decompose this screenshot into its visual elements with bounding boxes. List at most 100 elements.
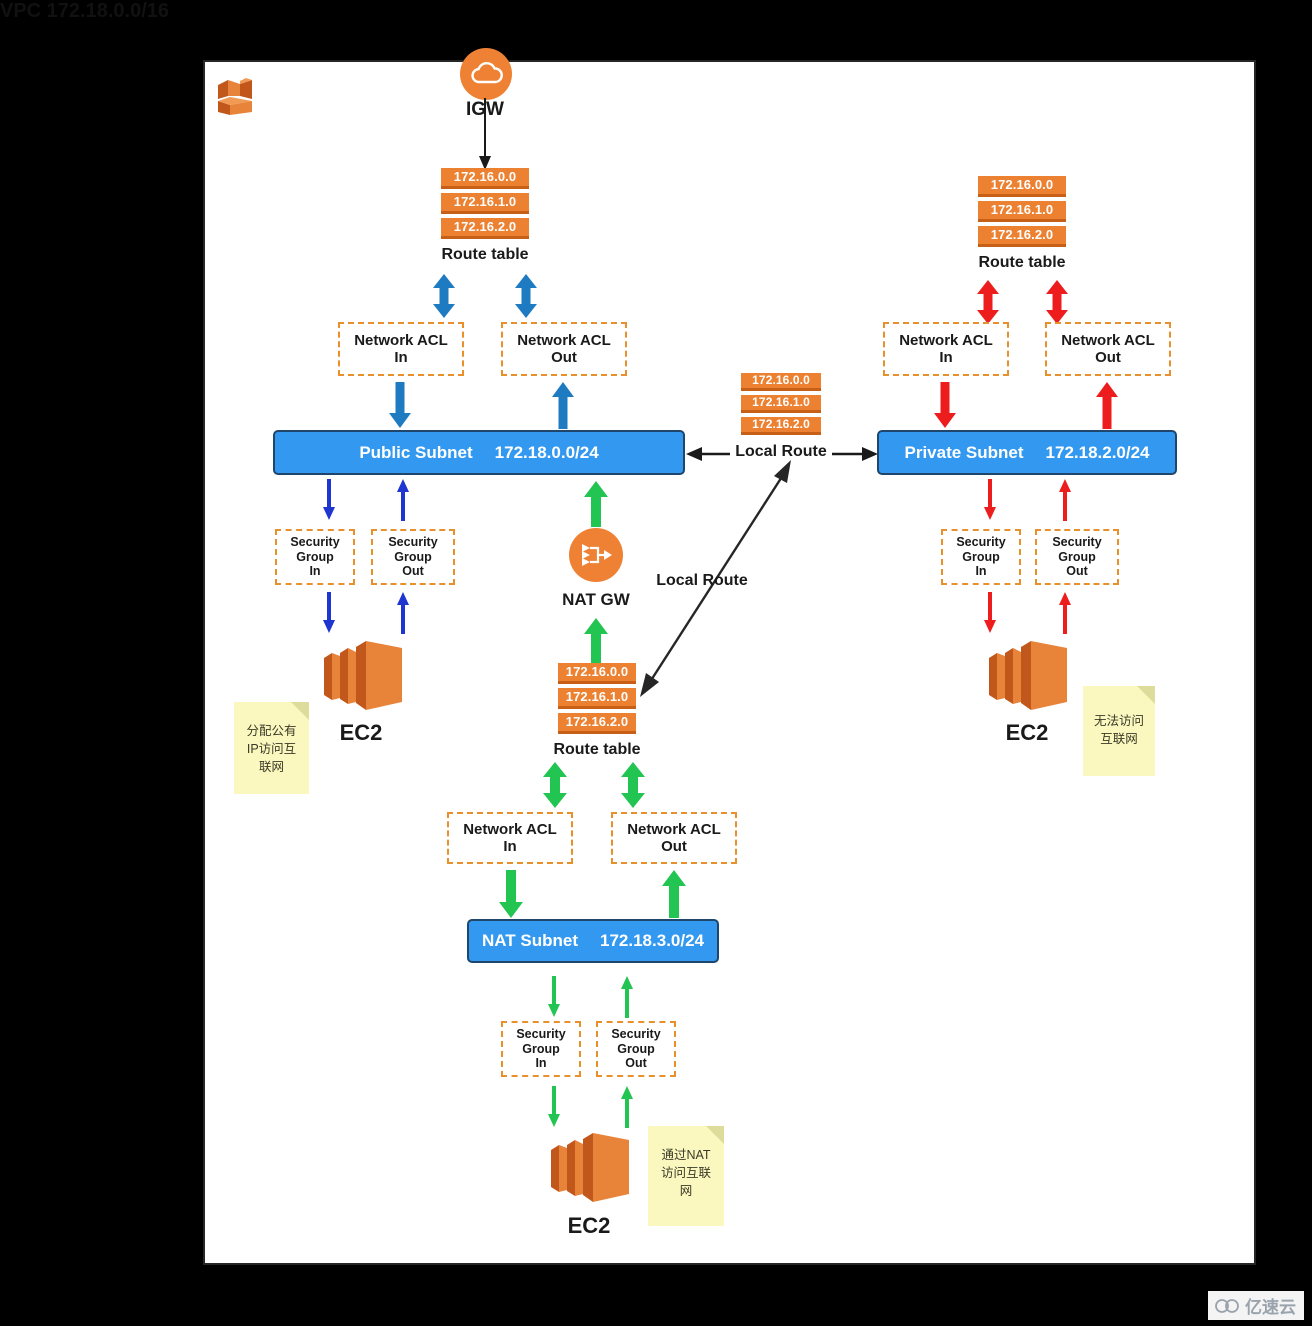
vpc-title: VPC 172.18.0.0/16 <box>0 0 170 22</box>
sg-in-line3: In <box>535 1056 547 1071</box>
public-network-acl-in[interactable]: Network ACL In <box>338 322 464 376</box>
note-line: 无法访问 <box>1093 714 1144 728</box>
arrow-public-rt-acl-in <box>433 274 455 318</box>
acl-in-line1: Network ACL <box>899 331 993 349</box>
cloud-watermark-icon <box>1215 1298 1239 1313</box>
note-fold-icon <box>1137 686 1155 704</box>
note-line: 联网 <box>258 760 284 775</box>
sg-in-line1: Security <box>956 535 1006 550</box>
nat-network-acl-in[interactable]: Network ACL In <box>447 812 573 864</box>
nat-subnet-name: NAT Subnet <box>482 931 579 950</box>
private-network-acl-out[interactable]: Network ACL Out <box>1045 322 1171 376</box>
arrow-private-rt-acl-out <box>1046 280 1068 324</box>
arrow-public-ec2-to-sg-out <box>396 592 410 634</box>
acl-in-line2: In <box>394 349 408 366</box>
sg-in-line3: In <box>309 564 321 579</box>
private-ec2-label: EC2 <box>1005 720 1049 745</box>
route-entry: 172.16.1.0 <box>441 193 529 214</box>
arrow-nat-subnet-to-acl-out <box>662 870 686 918</box>
route-table-local: 172.16.0.0 172.16.1.0 172.16.2.0 <box>741 373 821 435</box>
acl-out-line1: Network ACL <box>517 331 611 349</box>
sg-out-line2: Group <box>394 549 432 564</box>
nat-gw-icon <box>569 528 623 582</box>
nat-gw-label: NAT GW <box>562 590 630 609</box>
sg-out-line1: Security <box>1052 535 1102 550</box>
acl-in-line1: Network ACL <box>354 331 448 349</box>
note-line: 访问互联 <box>660 1166 711 1181</box>
route-table-caption: Route table <box>553 741 641 758</box>
acl-out-line2: Out <box>1095 349 1121 366</box>
acl-in-line2: In <box>939 349 953 366</box>
note-line: 网 <box>679 1184 693 1199</box>
sg-out-line3: Out <box>402 564 424 579</box>
private-network-acl-in[interactable]: Network ACL In <box>883 322 1009 376</box>
route-entry: 172.16.0.0 <box>558 663 636 684</box>
igw-label: IGW <box>466 99 504 120</box>
route-entry: 172.16.2.0 <box>558 713 636 734</box>
public-security-group-in[interactable]: Security Group In <box>275 529 355 585</box>
sg-out-line2: Group <box>617 1041 655 1056</box>
sg-out-line3: Out <box>1066 564 1088 579</box>
acl-in-line1: Network ACL <box>463 820 557 838</box>
sg-in-line2: Group <box>522 1041 560 1056</box>
arrow-private-ec2-to-sg-out <box>1058 592 1072 634</box>
route-entry: 172.16.2.0 <box>978 226 1066 247</box>
sg-out-line3: Out <box>625 1056 647 1071</box>
local-route-label-diagonal: Local Route <box>656 572 748 589</box>
arrow-nat-sg-in-to-ec2 <box>547 1086 561 1128</box>
private-subnet-cidr: 172.18.2.0/24 <box>1045 442 1150 462</box>
private-subnet[interactable]: Private Subnet 172.18.2.0/24 <box>877 430 1177 475</box>
note-line: IP访问互 <box>246 742 297 757</box>
arrow-private-sg-in-to-ec2 <box>983 592 997 634</box>
route-entry: 172.16.1.0 <box>558 688 636 709</box>
arrow-public-subnet-to-sg-in <box>322 479 336 521</box>
note-line: 通过NAT <box>661 1148 711 1162</box>
vpc-icon <box>218 78 252 115</box>
arrow-nat-subnet-to-sg-in <box>547 976 561 1018</box>
nat-subnet-cidr: 172.18.3.0/24 <box>600 931 704 950</box>
acl-in-line2: In <box>503 838 517 855</box>
public-ec2-label: EC2 <box>339 720 383 745</box>
private-security-group-in[interactable]: Security Group In <box>941 529 1021 585</box>
watermark: 亿速云 <box>1208 1291 1304 1320</box>
private-ec2-icon <box>989 641 1067 710</box>
arrow-natgw-to-public-subnet <box>584 481 608 527</box>
note-fold-icon <box>291 702 309 720</box>
route-entry: 172.16.2.0 <box>441 218 529 239</box>
public-subnet-cidr: 172.18.0.0/24 <box>494 442 599 462</box>
arrow-private-sg-out-to-subnet <box>1058 479 1072 521</box>
arrow-nat-sg-out-to-subnet <box>620 976 634 1018</box>
route-entry: 172.16.0.0 <box>441 168 529 189</box>
nat-network-acl-out[interactable]: Network ACL Out <box>611 812 737 864</box>
sg-in-line2: Group <box>962 549 1000 564</box>
public-subnet-name: Public Subnet <box>359 442 473 462</box>
sg-out-line1: Security <box>388 535 438 550</box>
note-nat-ec2: 通过NAT 访问互联 网 <box>648 1126 724 1226</box>
nat-security-group-in[interactable]: Security Group In <box>501 1021 581 1077</box>
acl-out-line2: Out <box>551 349 577 366</box>
watermark-text: 亿速云 <box>1245 1298 1296 1317</box>
sg-in-line1: Security <box>516 1027 566 1042</box>
note-private-ec2: 无法访问 互联网 <box>1083 686 1155 776</box>
igw-icon <box>460 48 512 100</box>
arrow-sg-out-to-public-subnet <box>396 479 410 521</box>
arrow-sg-in-to-public-ec2 <box>322 592 336 634</box>
route-entry: 172.16.2.0 <box>741 417 821 435</box>
private-security-group-out[interactable]: Security Group Out <box>1035 529 1119 585</box>
route-table-private: 172.16.0.0 172.16.1.0 172.16.2.0 Route t… <box>978 176 1066 271</box>
sg-in-line2: Group <box>296 549 334 564</box>
arrow-nat-acl-in-to-subnet <box>499 870 523 918</box>
nat-security-group-out[interactable]: Security Group Out <box>596 1021 676 1077</box>
public-security-group-out[interactable]: Security Group Out <box>371 529 455 585</box>
note-public-ec2: 分配公有 IP访问互 联网 <box>234 702 309 794</box>
public-network-acl-out[interactable]: Network ACL Out <box>501 322 627 376</box>
arrow-nat-rt-acl-in <box>543 762 567 808</box>
nat-subnet[interactable]: NAT Subnet 172.18.3.0/24 <box>467 919 719 963</box>
route-table-caption: Route table <box>978 254 1066 271</box>
route-entry: 172.16.1.0 <box>741 395 821 413</box>
route-entry: 172.16.0.0 <box>741 373 821 391</box>
nat-ec2-icon <box>551 1133 629 1202</box>
route-entry: 172.16.0.0 <box>978 176 1066 197</box>
acl-out-line1: Network ACL <box>627 820 721 838</box>
note-line: 分配公有 <box>246 724 297 738</box>
